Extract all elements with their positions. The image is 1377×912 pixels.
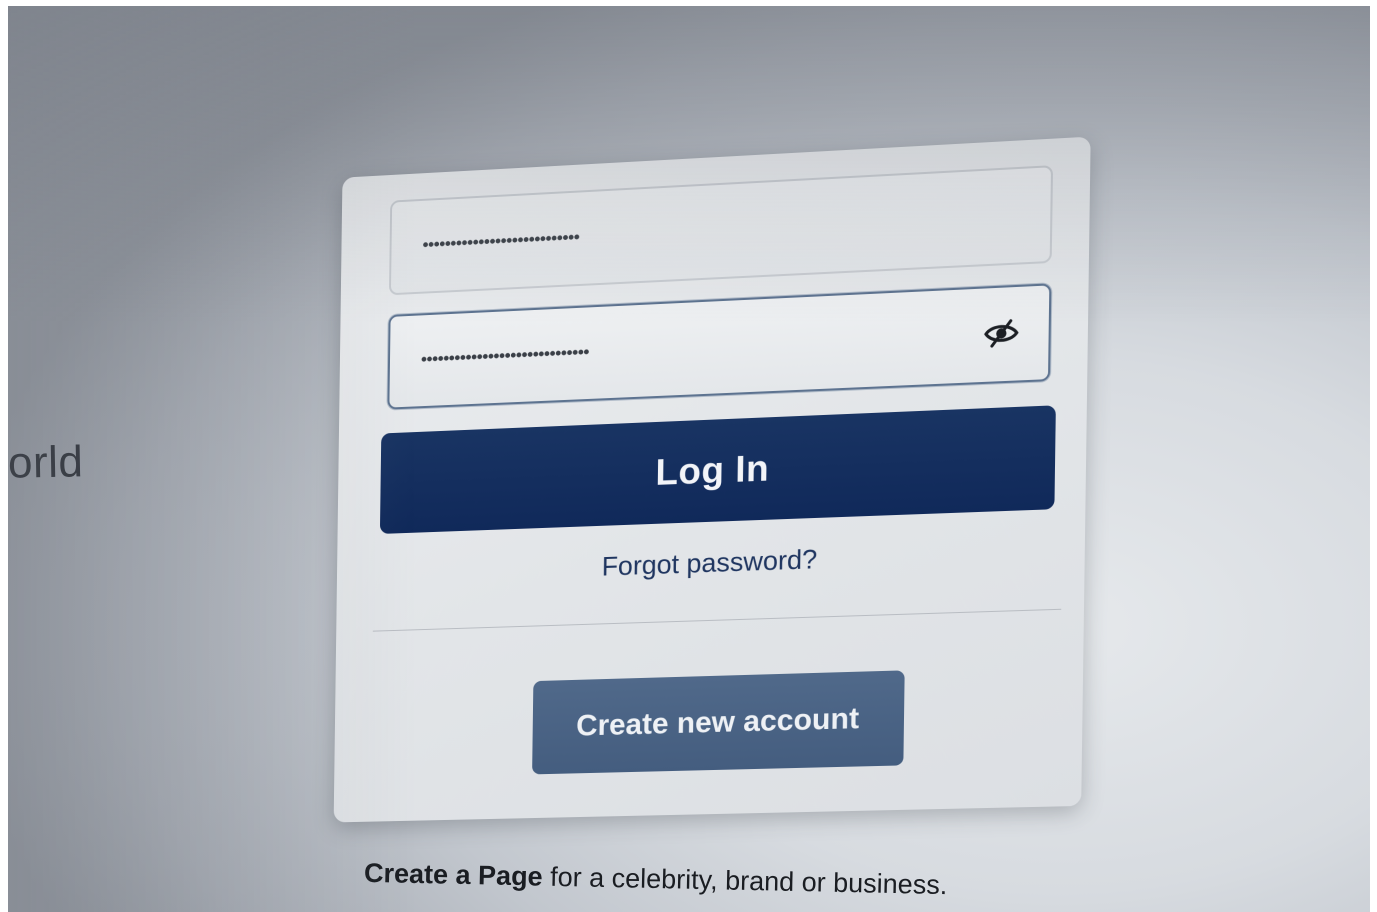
forgot-password-link[interactable]: Forgot password?: [337, 534, 1096, 591]
create-page-note: Create a Page for a celebrity, brand or …: [364, 858, 948, 901]
create-page-description: for a celebrity, brand or business.: [542, 861, 948, 901]
tagline-fragment: orld: [8, 437, 84, 488]
email-field[interactable]: ••••••••••••••••••••••••••••: [388, 165, 1054, 296]
photo-backdrop: orld •••••••••••••••••••••••••••• ••••••…: [8, 6, 1370, 912]
email-field-value: ••••••••••••••••••••••••••••: [420, 228, 578, 257]
password-field-value: ••••••••••••••••••••••••••••••: [418, 343, 588, 371]
login-button[interactable]: Log In: [379, 405, 1056, 534]
login-card: •••••••••••••••••••••••••••• •••••••••••…: [333, 136, 1091, 823]
password-field[interactable]: ••••••••••••••••••••••••••••••: [387, 283, 1052, 410]
create-page-link[interactable]: Create a Page: [364, 858, 543, 892]
eye-slash-icon[interactable]: [983, 317, 1020, 349]
divider: [372, 608, 1062, 632]
create-account-button[interactable]: Create new account: [532, 670, 905, 775]
